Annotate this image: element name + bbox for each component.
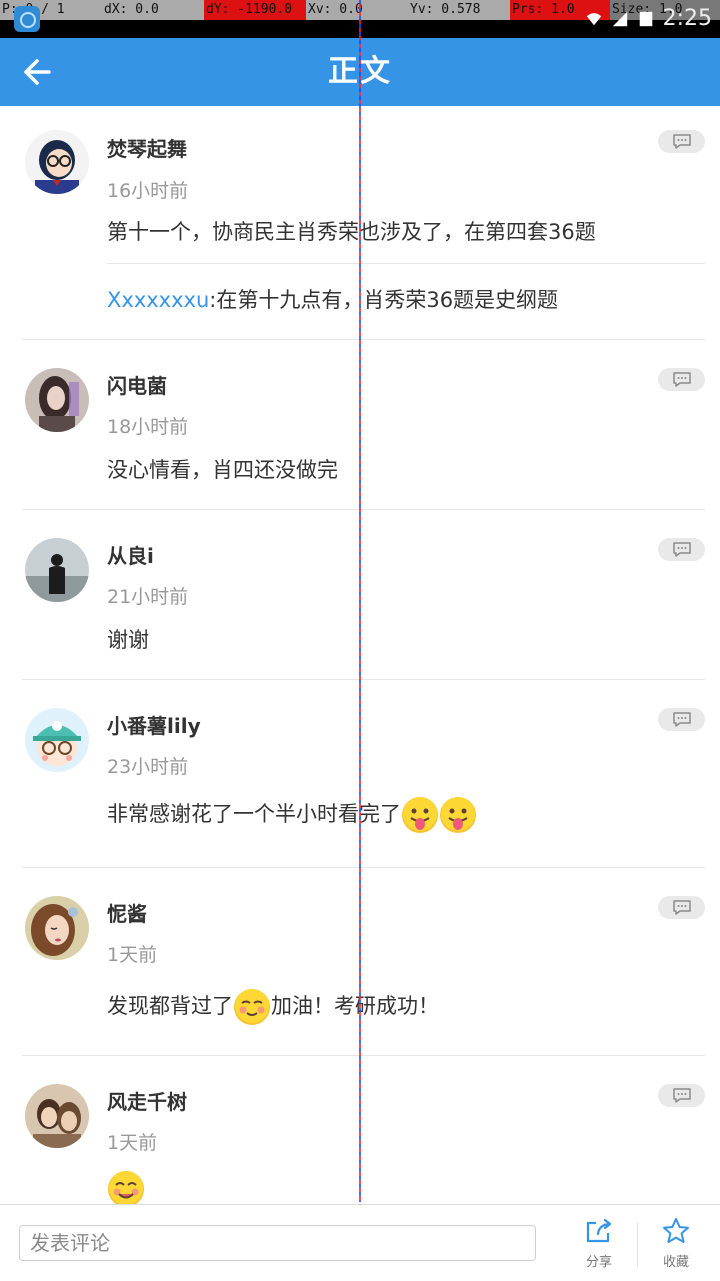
comment-item: 焚琴起舞 16小时前 第十一个，协商民主肖秀荣也涉及了，在第四套36题 Xxxx… <box>22 106 705 340</box>
avatar-illustration-girl <box>25 896 89 960</box>
share-label: 分享 <box>585 1255 612 1270</box>
reply-button[interactable] <box>658 538 705 561</box>
comment-author[interactable]: 小番薯lily <box>107 710 201 739</box>
avatar-photo-silhouette <box>25 538 89 602</box>
status-icons: 2:25 <box>585 6 712 31</box>
debug-dy: dY: -1190.0 <box>204 0 306 20</box>
avatar-cartoon-boy-cap <box>25 708 89 772</box>
star-icon <box>663 1218 689 1243</box>
debug-yv: Yv: 0.578 <box>408 0 510 20</box>
avatar[interactable] <box>25 708 89 772</box>
reply-content: :在第十九点有，肖秀荣36题是史纲题 <box>209 288 559 312</box>
comment-author[interactable]: 怩酱 <box>107 898 147 927</box>
comment-input[interactable] <box>19 1225 536 1261</box>
reply-divider <box>107 263 705 264</box>
comment-bubble-icon <box>673 372 691 387</box>
comment-bubble-icon <box>673 1088 691 1103</box>
debug-dx: dX: 0.0 <box>102 0 204 20</box>
comment-text-before: 发现都背过了 <box>107 994 233 1018</box>
comment-time: 23小时前 <box>107 756 189 778</box>
reply-button[interactable] <box>658 368 705 391</box>
signal-icon <box>612 11 627 26</box>
tongue-emoji <box>440 797 476 833</box>
comment-text-after: 加油！考研成功！ <box>271 994 439 1018</box>
smile-emoji <box>108 1171 144 1204</box>
avatar-cartoon-detective <box>25 130 89 194</box>
comment-item: 从良i 21小时前 谢谢 <box>22 510 705 680</box>
avatar[interactable] <box>25 130 89 194</box>
reply-button[interactable] <box>658 130 705 153</box>
avatar[interactable] <box>25 538 89 602</box>
comment-text: 谢谢 <box>107 628 149 652</box>
comment-bubble-icon <box>673 542 691 557</box>
avatar-illustration-couple <box>25 1084 89 1148</box>
avatar-photo-girl <box>25 368 89 432</box>
pointer-location-line <box>359 0 361 1202</box>
comment-text-content: 非常感谢花了一个半小时看完了 <box>107 802 401 826</box>
reply-button[interactable] <box>658 896 705 919</box>
reply-button[interactable] <box>658 1084 705 1107</box>
debug-xv: Xv: 0.0 <box>306 0 408 20</box>
comment-item: 闪电菌 18小时前 没心情看，肖四还没做完 <box>22 340 705 510</box>
comment-time: 1天前 <box>107 944 158 966</box>
favorite-label: 收藏 <box>662 1255 689 1270</box>
reply-text: Xxxxxxxu:在第十九点有，肖秀荣36题是史纲题 <box>107 284 558 314</box>
comment-item: 风走千树 1天前 <box>22 1056 705 1204</box>
avatar[interactable] <box>25 896 89 960</box>
battery-icon <box>639 11 652 26</box>
bottom-action-bar: 分享 收藏 <box>0 1204 720 1281</box>
favorite-button[interactable]: 收藏 <box>646 1217 706 1270</box>
comment-time: 18小时前 <box>107 416 189 438</box>
comment-bubble-icon <box>673 900 691 915</box>
share-icon <box>586 1218 612 1243</box>
comment-time: 1天前 <box>107 1132 158 1154</box>
comment-text: 第十一个，协商民主肖秀荣也涉及了，在第四套36题 <box>107 220 596 244</box>
comment-text: 发现都背过了 加油！考研成功！ <box>107 988 439 1026</box>
comment-bubble-icon <box>673 712 691 727</box>
comment-author[interactable]: 闪电菌 <box>107 370 167 399</box>
wifi-icon <box>586 12 601 25</box>
comment-item: 怩酱 1天前 发现都背过了 加油！考研成功！ <box>22 868 705 1056</box>
status-time: 2:25 <box>662 6 712 31</box>
comment-author[interactable]: 风走千树 <box>107 1086 187 1115</box>
comment-time: 21小时前 <box>107 586 189 608</box>
share-button[interactable]: 分享 <box>569 1217 629 1270</box>
app-notification-icon <box>14 6 40 32</box>
comment-text <box>107 1170 145 1204</box>
tongue-emoji <box>402 797 438 833</box>
action-divider <box>637 1223 638 1267</box>
comment-text: 没心情看，肖四还没做完 <box>107 458 338 482</box>
avatar[interactable] <box>25 1084 89 1148</box>
reply-button[interactable] <box>658 708 705 731</box>
reply-user-link[interactable]: Xxxxxxxu <box>107 288 209 312</box>
comment-author[interactable]: 从良i <box>107 540 154 569</box>
comment-text: 非常感谢花了一个半小时看完了 <box>107 796 477 834</box>
comment-item: 小番薯lily 23小时前 非常感谢花了一个半小时看完了 <box>22 680 705 868</box>
comment-bubble-icon <box>673 134 691 149</box>
avatar[interactable] <box>25 368 89 432</box>
comment-author[interactable]: 焚琴起舞 <box>107 133 187 162</box>
comment-time: 16小时前 <box>107 180 189 202</box>
blush-emoji <box>234 989 270 1025</box>
